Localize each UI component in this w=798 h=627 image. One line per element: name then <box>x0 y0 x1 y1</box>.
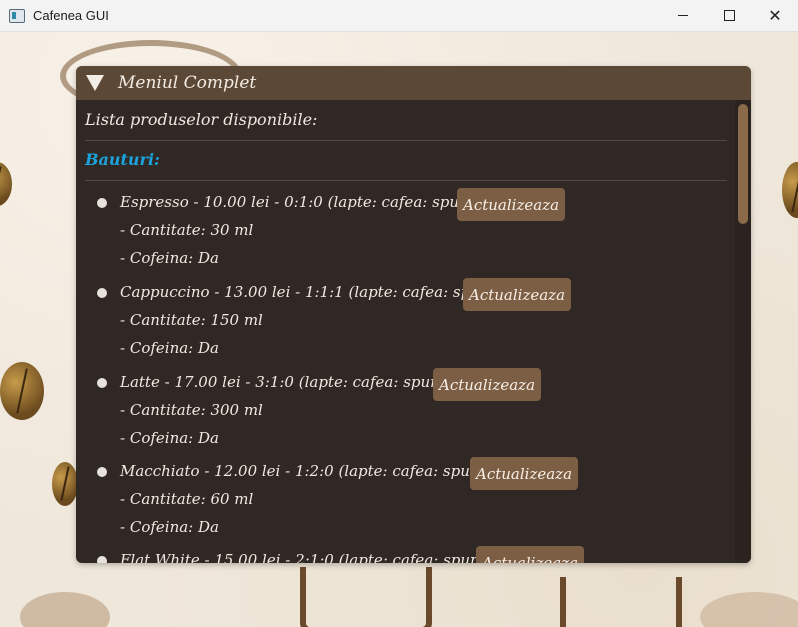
list-item: Espresso - 10.00 lei - 0:1:0 (lapte: caf… <box>76 188 736 278</box>
item-caffeine: - Cofeina: Da <box>120 429 219 447</box>
item-quantity: - Cantitate: 150 ml <box>120 311 263 329</box>
item-quantity: - Cantitate: 300 ml <box>120 401 263 419</box>
coffee-bean-icon <box>0 162 12 206</box>
update-button[interactable]: Actualizeaza <box>457 188 566 221</box>
title-bar: Cafenea GUI ✕ <box>0 0 798 32</box>
update-button[interactable]: Actualizeaza <box>463 278 572 311</box>
maximize-button[interactable] <box>706 0 752 31</box>
divider <box>85 140 727 141</box>
coffee-cup-illustration <box>560 577 682 627</box>
coffee-stain <box>20 592 110 627</box>
item-caffeine: - Cofeina: Da <box>120 249 219 267</box>
close-icon: ✕ <box>768 5 782 25</box>
bullet-icon <box>97 198 107 208</box>
bullet-icon <box>97 556 107 563</box>
vertical-scrollbar[interactable] <box>735 100 751 563</box>
menu-content: Lista produselor disponibile: Bauturi: E… <box>76 100 736 563</box>
item-caffeine: - Cofeina: Da <box>120 518 219 536</box>
window-controls: ✕ <box>660 0 798 31</box>
scrollbar-thumb[interactable] <box>738 104 748 224</box>
bullet-icon <box>97 288 107 298</box>
category-heading: Bauturi: <box>85 150 160 169</box>
maximize-icon <box>723 10 735 21</box>
item-title: Cappuccino - 13.00 lei - 1:1:1 (lapte: c… <box>120 283 509 301</box>
bullet-icon <box>97 467 107 477</box>
list-item: Latte - 17.00 lei - 3:1:0 (lapte: cafea:… <box>76 368 736 458</box>
item-caffeine: - Cofeina: Da <box>120 339 219 357</box>
item-title: Flat White - 15.00 lei - 2:1:0 (lapte: c… <box>120 551 500 563</box>
app-icon <box>9 8 25 23</box>
coffee-cup-illustration <box>300 567 432 627</box>
coffee-bean-icon <box>52 462 78 506</box>
list-item: Cappuccino - 13.00 lei - 1:1:1 (lapte: c… <box>76 278 736 368</box>
update-button[interactable]: Actualizeaza <box>433 368 542 401</box>
panel-header[interactable]: Meniul Complet <box>76 66 751 100</box>
coffee-bean-icon <box>782 162 798 218</box>
coffee-bean-icon <box>0 362 44 420</box>
window-title: Cafenea GUI <box>33 8 109 23</box>
item-title: Espresso - 10.00 lei - 0:1:0 (lapte: caf… <box>120 193 489 211</box>
list-item: Flat White - 15.00 lei - 2:1:0 (lapte: c… <box>76 546 736 563</box>
menu-panel: Meniul Complet Lista produselor disponib… <box>76 66 751 563</box>
minimize-button[interactable] <box>660 0 706 31</box>
panel-title: Meniul Complet <box>118 73 257 93</box>
divider <box>85 180 727 181</box>
minimize-icon <box>678 15 688 16</box>
close-button[interactable]: ✕ <box>752 0 798 31</box>
item-quantity: - Cantitate: 30 ml <box>120 221 254 239</box>
bullet-icon <box>97 378 107 388</box>
coffee-stain <box>700 592 798 627</box>
item-title: Macchiato - 12.00 lei - 1:2:0 (lapte: ca… <box>120 462 499 480</box>
update-button[interactable]: Actualizeaza <box>476 546 585 563</box>
item-title: Latte - 17.00 lei - 3:1:0 (lapte: cafea:… <box>120 373 460 391</box>
collapse-triangle-icon[interactable] <box>86 75 104 91</box>
update-button[interactable]: Actualizeaza <box>470 457 579 490</box>
item-quantity: - Cantitate: 60 ml <box>120 490 254 508</box>
products-heading: Lista produselor disponibile: <box>85 110 318 129</box>
list-item: Macchiato - 12.00 lei - 1:2:0 (lapte: ca… <box>76 457 736 547</box>
